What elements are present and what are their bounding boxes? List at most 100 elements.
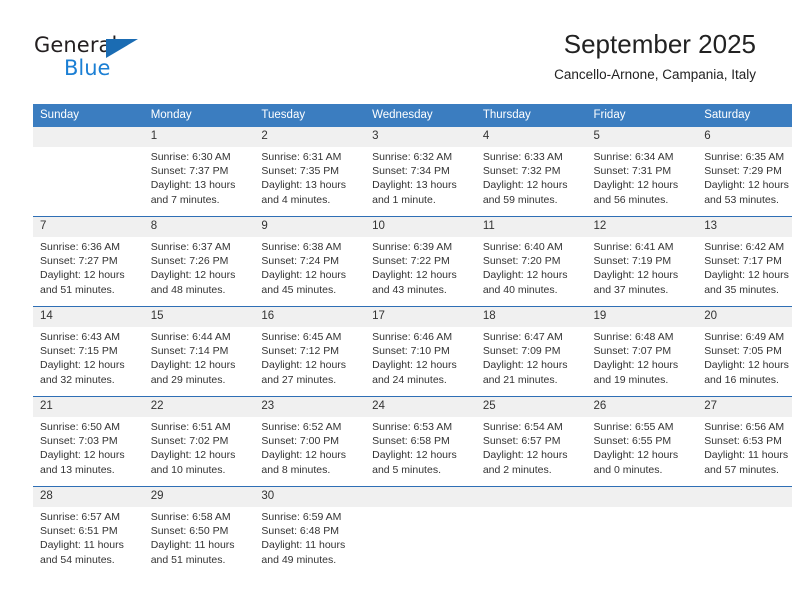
daylight-duration-line2: and 57 minutes. — [704, 463, 779, 476]
calendar-day-cell[interactable]: 7 Sunrise: 6:36 AM Sunset: 7:27 PM Daylight… — [33, 216, 144, 307]
calendar-day-cell[interactable]: 10 Sunrise: 6:39 AM Sunset: 7:22 PM Dayligh… — [365, 216, 476, 307]
calendar-day-cell[interactable]: 9 Sunrise: 6:38 AM Sunset: 7:24 PM Daylight… — [254, 216, 366, 307]
calendar-week-row: 14 Sunrise: 6:43 AM Sunset: 7:15 PM Dayligh… — [33, 306, 792, 397]
calendar-day-cell[interactable]: 18 Sunrise: 6:47 AM Sunset: 7:09 PM Dayligh… — [475, 306, 587, 397]
sunset-time: Sunset: 6:53 PM — [704, 435, 782, 448]
day-cell-inner: 20 Sunrise: 6:49 AM Sunset: 7:05 PM Dayligh… — [697, 307, 792, 396]
daylight-duration-line1: Daylight: 12 hours — [482, 269, 568, 282]
sunset-time: Sunset: 7:05 PM — [704, 345, 782, 358]
daylight-duration-line2: and 21 minutes. — [482, 373, 558, 386]
day-details: Sunrise: 6:30 AM Sunset: 7:37 PM Daylight:… — [144, 147, 255, 207]
daylight-duration-line1: Daylight: 11 hours — [150, 539, 235, 552]
calendar-day-cell[interactable]: 30 Sunrise: 6:59 AM Sunset: 6:48 PM Dayligh… — [254, 486, 366, 576]
calendar-day-cell[interactable]: 2 Sunrise: 6:31 AM Sunset: 7:35 PM Daylight… — [254, 127, 366, 217]
day-details: Sunrise: 6:58 AM Sunset: 6:50 PM Daylight:… — [144, 507, 255, 567]
calendar-day-cell-empty — [365, 486, 476, 576]
calendar-day-cell-empty — [697, 486, 792, 576]
sunrise-time: Sunrise: 6:54 AM — [482, 421, 563, 433]
day-number: 5 — [586, 127, 698, 147]
weekday-header-friday: Friday — [586, 104, 698, 127]
sunset-time: Sunset: 7:15 PM — [40, 345, 118, 358]
day-number: 25 — [475, 397, 587, 417]
calendar-day-cell[interactable]: 14 Sunrise: 6:43 AM Sunset: 7:15 PM Dayligh… — [33, 306, 144, 397]
calendar-day-cell[interactable]: 1 Sunrise: 6:30 AM Sunset: 7:37 PM Daylight… — [143, 127, 255, 217]
calendar-day-cell[interactable]: 13 Sunrise: 6:42 AM Sunset: 7:17 PM Dayligh… — [697, 216, 792, 307]
calendar-day-cell[interactable]: 22 Sunrise: 6:51 AM Sunset: 7:02 PM Dayligh… — [143, 396, 255, 487]
calendar-day-cell[interactable]: 11 Sunrise: 6:40 AM Sunset: 7:20 PM Dayligh… — [475, 216, 587, 307]
daylight-duration-line2: and 5 minutes. — [372, 463, 441, 476]
day-details: Sunrise: 6:33 AM Sunset: 7:32 PM Daylight:… — [476, 147, 587, 207]
daylight-duration-line2: and 59 minutes. — [482, 193, 558, 206]
sunset-time: Sunset: 6:57 PM — [482, 435, 561, 448]
logo-text-blue: Blue — [64, 56, 111, 80]
daylight-duration-line1: Daylight: 12 hours — [261, 359, 347, 372]
sunrise-time: Sunrise: 6:59 AM — [261, 511, 342, 523]
calendar-day-cell[interactable]: 25 Sunrise: 6:54 AM Sunset: 6:57 PM Dayligh… — [475, 396, 587, 487]
sunrise-time: Sunrise: 6:31 AM — [261, 151, 342, 163]
daylight-duration-line1: Daylight: 12 hours — [40, 269, 125, 282]
day-cell-inner: 8 Sunrise: 6:37 AM Sunset: 7:26 PM Daylight… — [143, 217, 255, 306]
day-cell-inner: 1 Sunrise: 6:30 AM Sunset: 7:37 PM Daylight… — [143, 127, 255, 216]
title-block: September 2025 Cancello-Arnone, Campania… — [554, 28, 756, 85]
daylight-duration-line2: and 4 minutes. — [261, 193, 331, 206]
calendar-day-cell[interactable]: 17 Sunrise: 6:46 AM Sunset: 7:10 PM Dayligh… — [365, 306, 476, 397]
calendar-day-cell[interactable]: 6 Sunrise: 6:35 AM Sunset: 7:29 PM Daylight… — [697, 127, 792, 217]
day-cell-inner: 22 Sunrise: 6:51 AM Sunset: 7:02 PM Dayligh… — [143, 397, 255, 486]
day-cell-inner: 23 Sunrise: 6:52 AM Sunset: 7:00 PM Dayligh… — [254, 397, 366, 486]
calendar-day-cell[interactable]: 28 Sunrise: 6:57 AM Sunset: 6:51 PM Dayligh… — [33, 486, 144, 576]
calendar-week-row: 7 Sunrise: 6:36 AM Sunset: 7:27 PM Daylight… — [33, 216, 792, 307]
daylight-duration-line1: Daylight: 13 hours — [261, 179, 347, 192]
day-cell-inner: 2 Sunrise: 6:31 AM Sunset: 7:35 PM Daylight… — [254, 127, 366, 216]
day-cell-inner: 4 Sunrise: 6:33 AM Sunset: 7:32 PM Daylight… — [475, 127, 587, 216]
day-number: 9 — [254, 217, 366, 237]
calendar-day-cell[interactable]: 19 Sunrise: 6:48 AM Sunset: 7:07 PM Dayligh… — [586, 306, 698, 397]
sunset-time: Sunset: 7:32 PM — [482, 165, 561, 178]
day-number: 15 — [143, 307, 255, 327]
sunrise-time: Sunrise: 6:52 AM — [261, 421, 342, 433]
calendar-day-cell[interactable]: 26 Sunrise: 6:55 AM Sunset: 6:55 PM Dayligh… — [586, 396, 698, 487]
daylight-duration-line2: and 16 minutes. — [704, 373, 779, 386]
calendar-day-cell[interactable]: 16 Sunrise: 6:45 AM Sunset: 7:12 PM Dayligh… — [254, 306, 366, 397]
sunset-time: Sunset: 7:09 PM — [482, 345, 561, 358]
daylight-duration-line1: Daylight: 12 hours — [704, 179, 789, 192]
daylight-duration-line2: and 8 minutes. — [261, 463, 331, 476]
calendar-day-cell[interactable]: 15 Sunrise: 6:44 AM Sunset: 7:14 PM Dayligh… — [143, 306, 255, 397]
daylight-duration-line1: Daylight: 12 hours — [372, 359, 457, 372]
sunrise-time: Sunrise: 6:42 AM — [704, 241, 785, 253]
day-details: Sunrise: 6:50 AM Sunset: 7:03 PM Daylight:… — [33, 417, 144, 477]
sunrise-time: Sunrise: 6:35 AM — [704, 151, 785, 163]
day-number: 29 — [143, 487, 255, 507]
calendar-day-cell[interactable]: 23 Sunrise: 6:52 AM Sunset: 7:00 PM Dayligh… — [254, 396, 366, 487]
day-details: Sunrise: 6:47 AM Sunset: 7:09 PM Daylight:… — [476, 327, 587, 387]
day-number — [475, 487, 587, 507]
day-details: Sunrise: 6:39 AM Sunset: 7:22 PM Daylight:… — [365, 237, 476, 297]
day-cell-inner: 10 Sunrise: 6:39 AM Sunset: 7:22 PM Dayligh… — [365, 217, 476, 306]
generalblue-logo[interactable]: General Blue — [34, 33, 164, 85]
daylight-duration-line2: and 51 minutes. — [150, 553, 226, 566]
day-number: 7 — [33, 217, 144, 237]
day-details: Sunrise: 6:36 AM Sunset: 7:27 PM Daylight:… — [33, 237, 144, 297]
calendar-day-cell[interactable]: 8 Sunrise: 6:37 AM Sunset: 7:26 PM Daylight… — [143, 216, 255, 307]
sunrise-time: Sunrise: 6:38 AM — [261, 241, 342, 253]
weekday-header-saturday: Saturday — [697, 104, 792, 127]
daylight-duration-line1: Daylight: 12 hours — [704, 269, 789, 282]
logo-text-general: General — [34, 33, 118, 57]
calendar-day-cell[interactable]: 12 Sunrise: 6:41 AM Sunset: 7:19 PM Dayligh… — [586, 216, 698, 307]
calendar-day-cell[interactable]: 5 Sunrise: 6:34 AM Sunset: 7:31 PM Daylight… — [586, 127, 698, 217]
calendar-day-cell[interactable]: 3 Sunrise: 6:32 AM Sunset: 7:34 PM Daylight… — [365, 127, 476, 217]
daylight-duration-line2: and 56 minutes. — [593, 193, 669, 206]
calendar-day-cell[interactable]: 27 Sunrise: 6:56 AM Sunset: 6:53 PM Dayligh… — [697, 396, 792, 487]
sunset-time: Sunset: 7:24 PM — [261, 255, 340, 268]
calendar-day-cell[interactable]: 20 Sunrise: 6:49 AM Sunset: 7:05 PM Dayligh… — [697, 306, 792, 397]
daylight-duration-line2: and 53 minutes. — [704, 193, 779, 206]
day-number: 26 — [586, 397, 698, 417]
day-number: 17 — [365, 307, 476, 327]
calendar-day-cell[interactable]: 24 Sunrise: 6:53 AM Sunset: 6:58 PM Dayligh… — [365, 396, 476, 487]
calendar-day-cell[interactable]: 29 Sunrise: 6:58 AM Sunset: 6:50 PM Dayligh… — [143, 486, 255, 576]
daylight-duration-line1: Daylight: 12 hours — [372, 449, 457, 462]
sunset-time: Sunset: 7:00 PM — [261, 435, 340, 448]
calendar-day-cell[interactable]: 21 Sunrise: 6:50 AM Sunset: 7:03 PM Dayligh… — [33, 396, 144, 487]
calendar-day-cell[interactable]: 4 Sunrise: 6:33 AM Sunset: 7:32 PM Daylight… — [475, 127, 587, 217]
sunset-time: Sunset: 6:50 PM — [150, 525, 229, 538]
sunrise-time: Sunrise: 6:46 AM — [372, 331, 453, 343]
